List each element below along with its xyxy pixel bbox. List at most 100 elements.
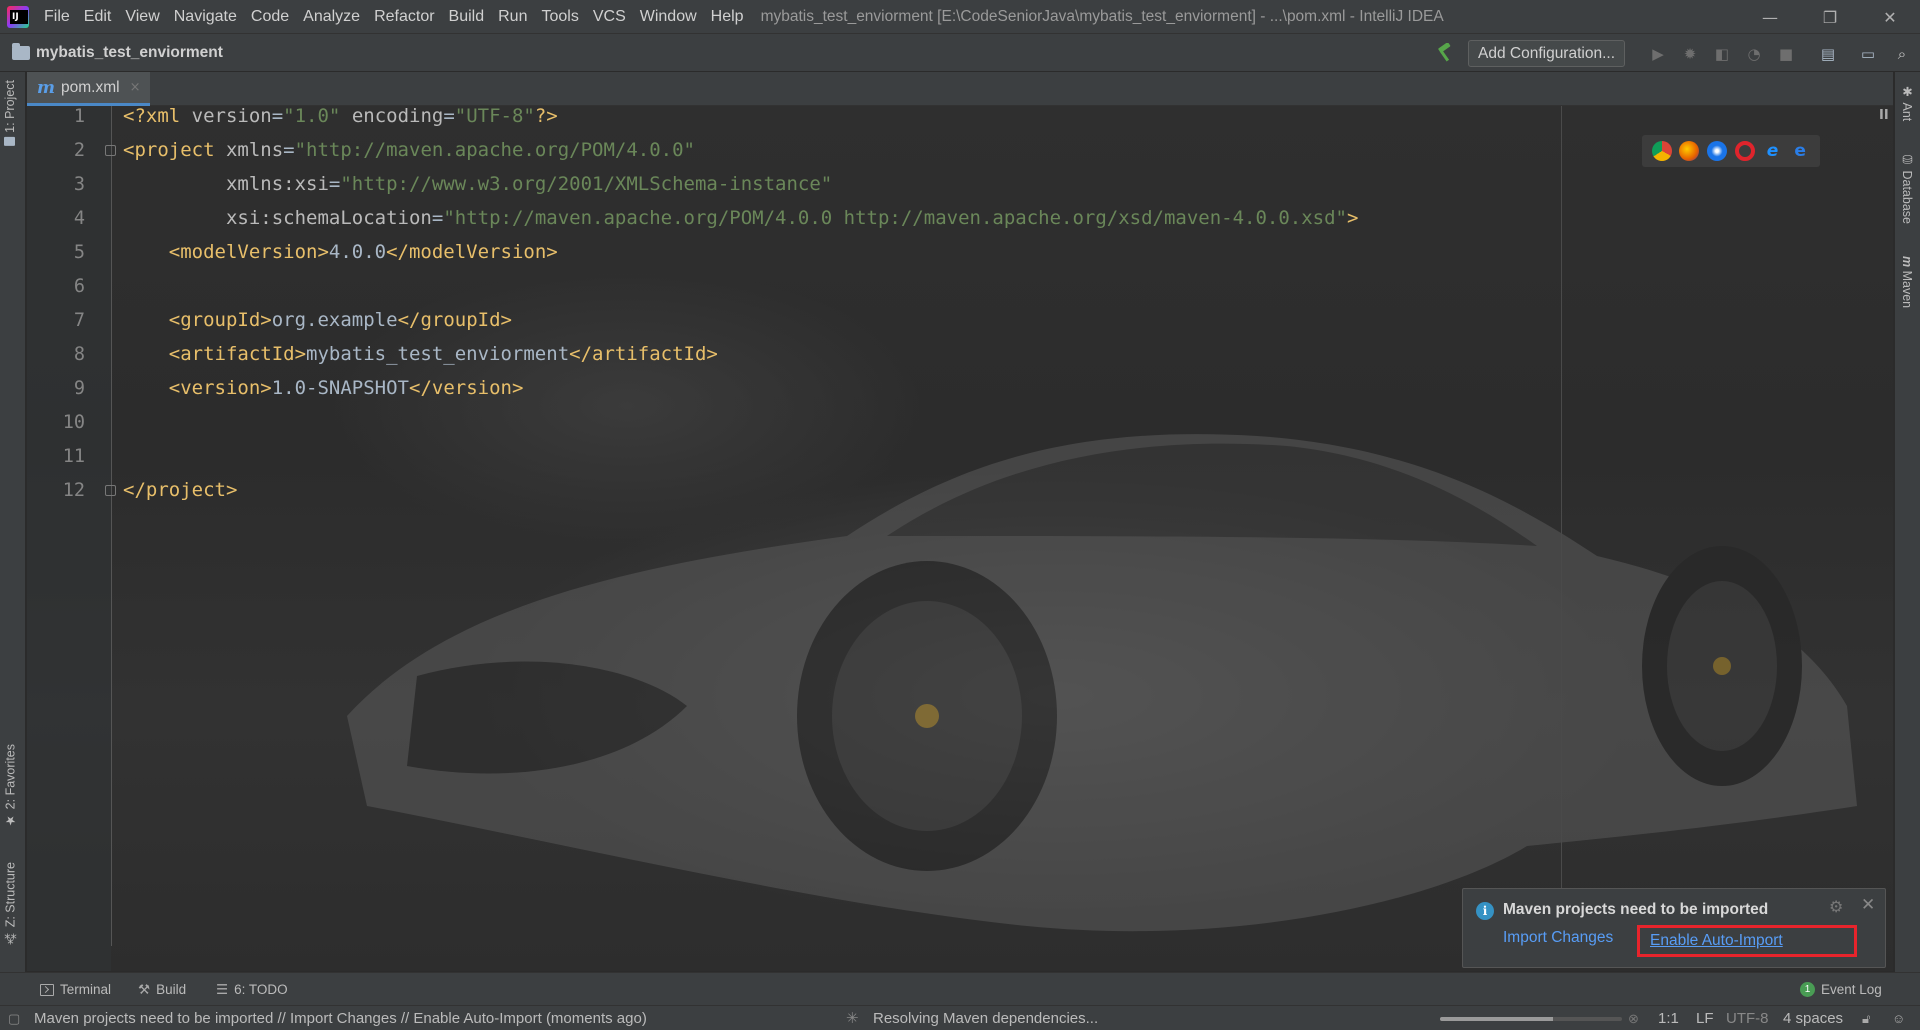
tool-tab-ant[interactable]: ✱ Ant: [1900, 84, 1915, 121]
line-number[interactable]: 2: [27, 140, 85, 161]
build-tab[interactable]: ⚒ Build: [138, 973, 186, 1006]
code-line[interactable]: 3 xmlns:xsi="http://www.w3.org/2001/XMLS…: [27, 167, 1887, 201]
close-window-button[interactable]: ✕: [1860, 0, 1920, 34]
code-token: 1.0-SNAPSHOT: [271, 377, 409, 399]
code-line[interactable]: 2 <project xmlns="http://maven.apache.org…: [27, 133, 1887, 167]
gear-icon[interactable]: ⚙: [1829, 897, 1843, 916]
line-number[interactable]: 4: [27, 208, 85, 229]
tool-tab-project[interactable]: 1: Project: [3, 80, 17, 146]
menu-vcs[interactable]: VCS: [586, 0, 633, 34]
edge-icon[interactable]: e: [1790, 141, 1810, 161]
todo-tab[interactable]: ☰ 6: TODO: [216, 973, 288, 1006]
code-token: mybatis_test_enviorment: [306, 343, 570, 365]
line-number[interactable]: 7: [27, 310, 85, 331]
line-separator[interactable]: LF: [1696, 1006, 1714, 1030]
project-folder-icon: [12, 43, 30, 60]
line-number[interactable]: 6: [27, 276, 85, 297]
lock-icon[interactable]: 🔓︎: [1862, 1006, 1870, 1030]
editor-tab-pom[interactable]: m pom.xml ×: [27, 72, 151, 106]
code-line[interactable]: 1 <?xml version="1.0" encoding="UTF-8"?>: [27, 106, 1887, 133]
import-changes-link[interactable]: Import Changes: [1503, 929, 1613, 947]
menu-navigate[interactable]: Navigate: [167, 0, 244, 34]
opera-icon[interactable]: [1734, 141, 1755, 161]
close-icon[interactable]: ✕: [1861, 895, 1875, 915]
code-token: <modelVersion>: [123, 241, 329, 263]
file-encoding[interactable]: UTF-8: [1726, 1006, 1769, 1030]
line-number[interactable]: 12: [27, 480, 85, 501]
status-message[interactable]: Maven projects need to be imported // Im…: [34, 1006, 647, 1030]
line-number[interactable]: 3: [27, 174, 85, 195]
code-token: =: [328, 173, 341, 195]
tool-windows-toggle-icon[interactable]: ▢: [8, 1006, 20, 1030]
breadcrumb[interactable]: mybatis_test_enviorment: [12, 34, 223, 72]
code-line[interactable]: 11: [27, 439, 1887, 473]
menu-build[interactable]: Build: [442, 0, 492, 34]
code-token: </artifactId>: [569, 343, 718, 365]
inspector-icon[interactable]: ☺︎: [1892, 1006, 1905, 1030]
line-number[interactable]: 5: [27, 242, 85, 263]
search-icon[interactable]: ⌕: [1892, 44, 1912, 64]
menu-run[interactable]: Run: [491, 0, 534, 34]
menu-code[interactable]: Code: [244, 0, 296, 34]
maven-icon: m: [1900, 256, 1914, 268]
code-line[interactable]: 9 <version>1.0-SNAPSHOT</version>: [27, 371, 1887, 405]
internet-explorer-icon[interactable]: e: [1762, 141, 1782, 161]
menu-tools[interactable]: Tools: [534, 0, 585, 34]
indent-setting[interactable]: 4 spaces: [1783, 1006, 1843, 1030]
firefox-icon[interactable]: [1679, 141, 1700, 161]
tool-tab-database[interactable]: ⛁ Database: [1900, 152, 1915, 224]
tool-tab-favorites[interactable]: ★ 2: Favorites: [3, 744, 19, 828]
minimize-button[interactable]: —: [1740, 0, 1800, 34]
stop-icon[interactable]: ■: [1776, 44, 1796, 64]
presentation-mode-icon[interactable]: ▭: [1858, 44, 1878, 64]
code-editor[interactable]: 1 <?xml version="1.0" encoding="UTF-8"?> 2…: [27, 106, 1893, 971]
tool-tab-database-label: Database: [1900, 170, 1914, 224]
cancel-task-icon[interactable]: ⊗: [1628, 1006, 1639, 1030]
menu-edit[interactable]: Edit: [77, 0, 119, 34]
debug-icon[interactable]: ✹: [1680, 44, 1700, 64]
fold-marker-icon[interactable]: [105, 484, 116, 496]
code-line[interactable]: 5 <modelVersion>4.0.0</modelVersion>: [27, 235, 1887, 269]
window-title: mybatis_test_enviorment [E:\CodeSeniorJa…: [760, 7, 1444, 25]
menu-analyze[interactable]: Analyze: [296, 0, 367, 34]
code-token: "1.0": [283, 106, 341, 127]
menu-window[interactable]: Window: [633, 0, 704, 34]
fold-marker-icon[interactable]: [105, 144, 116, 156]
terminal-tab[interactable]: Terminal: [40, 973, 111, 1006]
event-log-tab[interactable]: 1 Event Log: [1800, 973, 1882, 1006]
hammer-icon: ⚒: [138, 981, 151, 997]
add-configuration-button[interactable]: Add Configuration...: [1468, 40, 1626, 67]
menu-view[interactable]: View: [118, 0, 166, 34]
caret-position[interactable]: 1:1: [1658, 1006, 1679, 1030]
tool-tab-maven[interactable]: m Maven: [1900, 256, 1914, 308]
code-line[interactable]: 4 xsi:schemaLocation="http://maven.apach…: [27, 201, 1887, 235]
menu-file[interactable]: File: [37, 0, 77, 34]
code-line[interactable]: 12 </project>: [27, 473, 1887, 507]
code-line[interactable]: 6: [27, 269, 1887, 303]
close-tab-icon[interactable]: ×: [130, 80, 141, 95]
tool-tab-structure[interactable]: ⁂ Z: Structure: [3, 862, 19, 947]
restore-button[interactable]: ❐: [1800, 0, 1860, 34]
project-structure-icon[interactable]: ▤: [1818, 44, 1838, 64]
line-number[interactable]: 8: [27, 344, 85, 365]
line-number[interactable]: 10: [27, 412, 85, 433]
code-line[interactable]: 8 <artifactId>mybatis_test_enviorment</a…: [27, 337, 1887, 371]
line-number[interactable]: 11: [27, 446, 85, 467]
code-text: <groupId>org.example</groupId>: [123, 309, 512, 331]
structure-icon: ⁂: [4, 931, 18, 947]
background-task-label[interactable]: Resolving Maven dependencies...: [873, 1006, 1098, 1030]
enable-auto-import-link[interactable]: Enable Auto-Import: [1637, 925, 1857, 957]
menu-refactor[interactable]: Refactor: [367, 0, 441, 34]
code-line[interactable]: 10: [27, 405, 1887, 439]
profile-icon[interactable]: ◔: [1744, 44, 1764, 64]
right-tool-strip: ✱ Ant ⛁ Database m Maven: [1894, 72, 1920, 972]
menu-help[interactable]: Help: [704, 0, 751, 34]
chrome-icon[interactable]: [1651, 141, 1672, 161]
safari-icon[interactable]: [1707, 141, 1728, 161]
code-line[interactable]: 7 <groupId>org.example</groupId>: [27, 303, 1887, 337]
run-coverage-icon[interactable]: ◧: [1712, 44, 1732, 64]
line-number[interactable]: 1: [27, 106, 85, 127]
build-hammer-icon[interactable]: [1434, 43, 1456, 63]
run-icon[interactable]: ▶: [1648, 44, 1668, 64]
line-number[interactable]: 9: [27, 378, 85, 399]
